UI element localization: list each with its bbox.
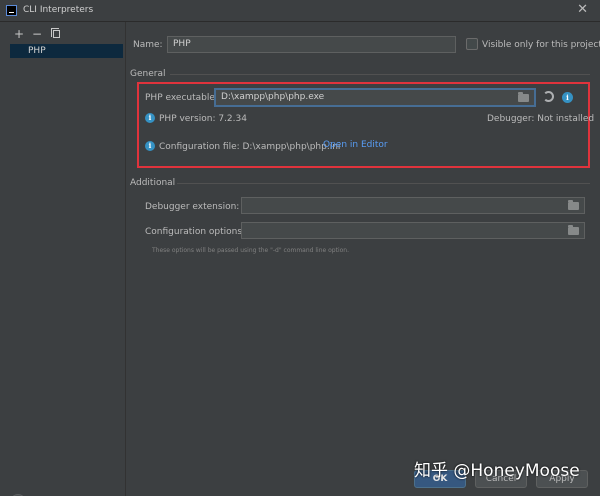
name-label: Name: bbox=[133, 40, 163, 50]
remove-interpreter-button[interactable]: − bbox=[32, 28, 42, 40]
browse-folder-icon[interactable] bbox=[518, 92, 529, 102]
config-file-info-icon: i bbox=[145, 141, 155, 151]
visible-only-label: Visible only for this project bbox=[482, 40, 600, 50]
debugger-extension-label: Debugger extension: bbox=[145, 202, 240, 212]
debugger-extension-input[interactable] bbox=[241, 197, 585, 214]
watermark-text: 知乎 @HoneyMoose bbox=[414, 461, 580, 481]
general-divider bbox=[170, 74, 590, 75]
close-icon[interactable]: ✕ bbox=[577, 2, 588, 17]
php-executable-value: D:\xampp\php\php.exe bbox=[221, 92, 325, 102]
copy-interpreter-icon[interactable] bbox=[51, 28, 60, 38]
open-in-editor-link[interactable]: Open in Editor bbox=[323, 140, 388, 150]
refresh-icon[interactable] bbox=[543, 91, 554, 102]
configuration-file-text: Configuration file: D:\xampp\php\php.ini bbox=[159, 142, 341, 152]
debugger-status-text: Debugger: Not installed bbox=[487, 114, 595, 124]
interpreters-sidebar: + − PHP ? bbox=[0, 22, 126, 496]
title-bar: CLI Interpreters ✕ bbox=[0, 0, 600, 22]
add-interpreter-button[interactable]: + bbox=[14, 28, 24, 40]
name-input[interactable]: PHP bbox=[167, 36, 456, 53]
configuration-options-input[interactable] bbox=[241, 222, 585, 239]
configuration-options-browse-icon[interactable] bbox=[568, 225, 579, 235]
window-title: CLI Interpreters bbox=[23, 5, 94, 15]
sidebar-item-php[interactable]: PHP bbox=[10, 44, 123, 58]
php-executable-label: PHP executable: bbox=[145, 93, 218, 103]
php-executable-input[interactable]: D:\xampp\php\php.exe bbox=[214, 88, 536, 107]
debugger-extension-browse-icon[interactable] bbox=[568, 200, 579, 210]
configuration-options-label: Configuration options: bbox=[145, 227, 246, 237]
configuration-options-hint: These options will be passed using the "… bbox=[152, 247, 349, 254]
general-section-title: General bbox=[130, 69, 166, 79]
intellij-app-icon bbox=[6, 5, 17, 16]
additional-divider bbox=[177, 183, 590, 184]
php-version-text: PHP version: 7.2.34 bbox=[159, 114, 247, 124]
name-input-value: PHP bbox=[173, 39, 191, 49]
visible-only-checkbox[interactable] bbox=[466, 38, 478, 50]
php-version-info-icon: i bbox=[145, 113, 155, 123]
sidebar-item-label: PHP bbox=[28, 46, 46, 56]
interpreter-info-icon[interactable]: i bbox=[562, 92, 573, 103]
additional-section-title: Additional bbox=[130, 178, 176, 188]
